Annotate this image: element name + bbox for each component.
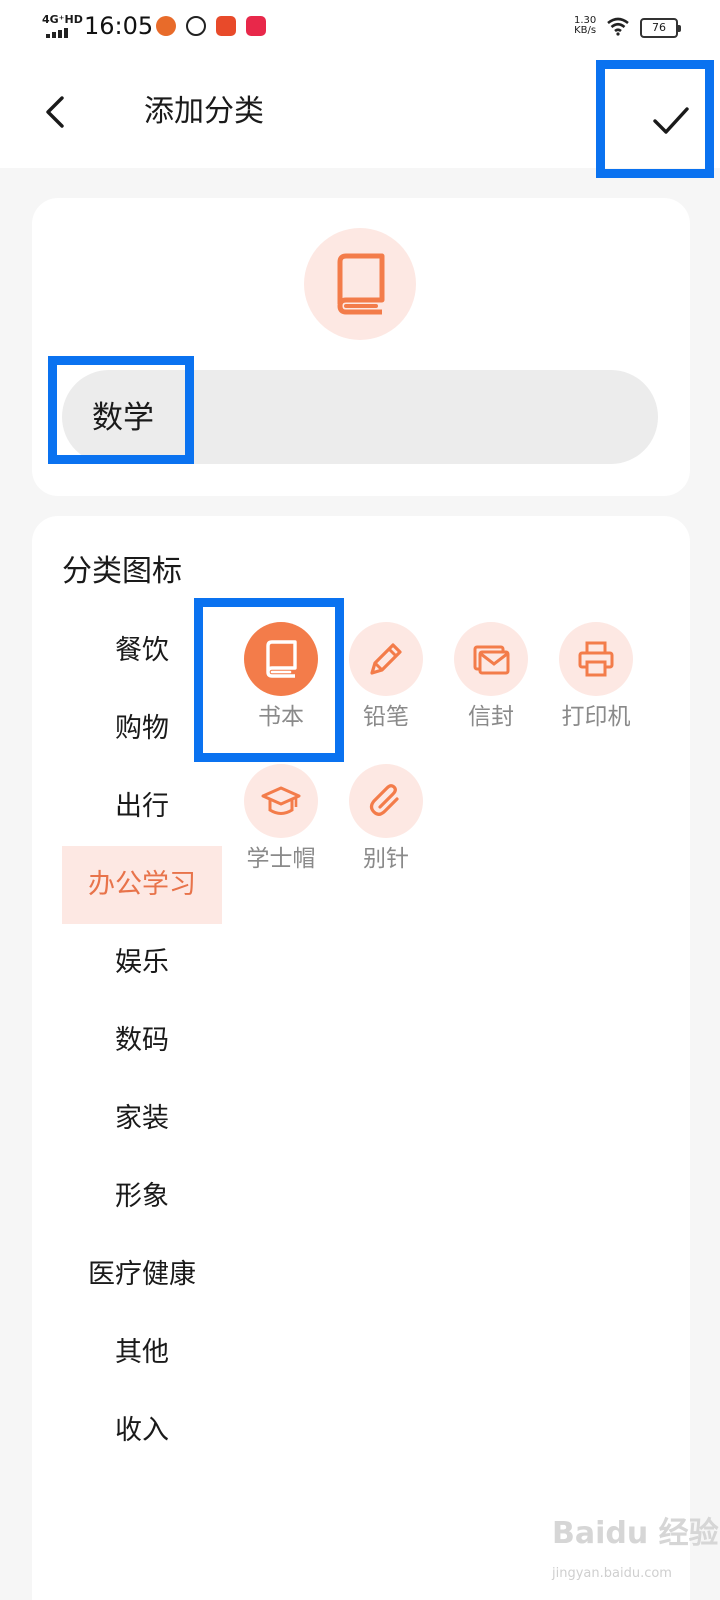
icon-option-label: 信封 <box>468 704 514 730</box>
top-app-bar: 添加分类 <box>0 56 720 178</box>
status-bar: 4G⁺HD 16:05 1.30 KB/s 76 <box>0 0 720 56</box>
category-tab-travel[interactable]: 出行 <box>62 768 222 846</box>
category-icon-preview <box>304 228 416 340</box>
battery-icon: 76 <box>640 18 681 38</box>
watermark: Baidu 经验 <box>552 1516 719 1551</box>
icon-option-circle <box>454 622 528 696</box>
icon-option-label: 打印机 <box>561 704 631 730</box>
icon-option-printer[interactable]: 打印机 <box>541 622 651 752</box>
confirm-button[interactable] <box>596 60 714 178</box>
icon-option-label: 别针 <box>363 846 409 872</box>
network-speed: 1.30 KB/s <box>574 16 596 36</box>
back-button[interactable] <box>36 86 76 138</box>
graduation-cap-icon <box>261 786 301 815</box>
category-tab-other[interactable]: 其他 <box>62 1314 222 1392</box>
name-highlight-box <box>48 356 194 464</box>
icon-option-envelope[interactable]: 信封 <box>436 622 546 752</box>
icon-option-label: 学士帽 <box>246 846 316 872</box>
checkmark-icon <box>653 107 689 134</box>
chevron-left-icon <box>46 96 64 128</box>
network-speed-unit: KB/s <box>574 25 597 36</box>
icon-option-circle <box>559 622 633 696</box>
app-notification-icon <box>216 16 236 36</box>
app-notification-icon <box>246 16 266 36</box>
category-tab-medical[interactable]: 医疗健康 <box>62 1236 222 1314</box>
category-tab-digital[interactable]: 数码 <box>62 1002 222 1080</box>
icon-option-circle <box>349 622 423 696</box>
printer-icon <box>578 641 614 677</box>
category-icon-card: 分类图标 餐饮 购物 出行 办公学习 娱乐 数码 家装 形象 医疗健康 其他 收… <box>32 516 690 1600</box>
book-icon <box>337 253 385 315</box>
status-time: 16:05 <box>84 12 154 40</box>
section-title: 分类图标 <box>62 554 182 589</box>
pencil-icon <box>370 643 402 675</box>
icon-highlight-box <box>194 598 344 762</box>
icon-option-label: 铅笔 <box>363 704 409 730</box>
network-indicator: 4G⁺HD <box>42 13 83 26</box>
watermark-url: jingyan.baidu.com <box>552 1566 672 1581</box>
wifi-icon <box>606 16 630 36</box>
icon-option-circle <box>244 764 318 838</box>
paperclip-icon <box>369 784 399 816</box>
category-tab-appearance[interactable]: 形象 <box>62 1158 222 1236</box>
icon-option-circle <box>349 764 423 838</box>
category-tab-entertainment[interactable]: 娱乐 <box>62 924 222 1002</box>
app-notification-icon <box>186 16 206 36</box>
app-notification-icon <box>156 16 176 36</box>
icon-option-paperclip[interactable]: 别针 <box>331 764 441 894</box>
icon-option-pencil[interactable]: 铅笔 <box>331 622 441 752</box>
signal-icon <box>46 28 68 38</box>
category-tab-home[interactable]: 家装 <box>62 1080 222 1158</box>
page-title: 添加分类 <box>144 94 264 129</box>
category-tab-office-study[interactable]: 办公学习 <box>62 846 222 924</box>
icon-option-graduation-cap[interactable]: 学士帽 <box>226 764 336 894</box>
category-tab-income[interactable]: 收入 <box>62 1392 222 1470</box>
category-preview-card: 数学 <box>32 198 690 496</box>
envelope-icon <box>473 645 510 675</box>
